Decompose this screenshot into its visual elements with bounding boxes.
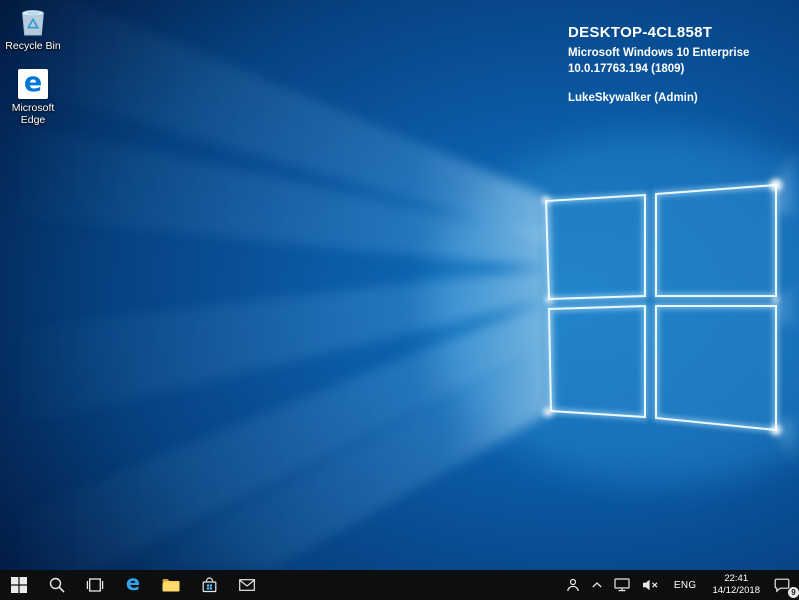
clock[interactable]: 22:41 14/12/2018	[704, 570, 768, 600]
file-explorer-button[interactable]	[152, 570, 190, 600]
action-center-button[interactable]: 9	[768, 570, 799, 600]
recycle-bin-icon	[19, 6, 47, 37]
time-text: 22:41	[724, 573, 748, 585]
desktop-icon-column: Recycle Bin e Microsoft Edge	[2, 6, 64, 127]
logged-in-user-text: LukeSkywalker (Admin)	[568, 92, 749, 104]
hostname-text: DESKTOP-4CL858T	[568, 24, 749, 41]
edge-label: Microsoft Edge	[2, 102, 64, 127]
search-icon	[49, 577, 65, 593]
windows-logo-icon	[11, 577, 27, 593]
os-name-text: Microsoft Windows 10 Enterprise	[568, 46, 749, 62]
windows-desktop-screen: Recycle Bin e Microsoft Edge DESKTOP-4CL…	[0, 0, 799, 600]
language-indicator[interactable]: ENG	[666, 570, 705, 600]
desktop-icon-recycle-bin[interactable]: Recycle Bin	[2, 6, 64, 53]
store-button[interactable]	[190, 570, 228, 600]
mail-button[interactable]	[228, 570, 266, 600]
chevron-up-icon	[592, 582, 602, 588]
mail-envelope-icon	[239, 579, 255, 591]
people-icon	[566, 578, 580, 592]
taskbar-edge-button[interactable]: e	[114, 570, 152, 600]
volume-muted-icon	[642, 579, 660, 591]
show-hidden-icons-button[interactable]	[586, 570, 608, 600]
start-button[interactable]	[0, 570, 38, 600]
date-text: 14/12/2018	[712, 585, 760, 597]
folder-icon	[162, 578, 180, 592]
network-button[interactable]	[608, 570, 636, 600]
desktop-icon-microsoft-edge[interactable]: e Microsoft Edge	[2, 69, 64, 127]
task-view-icon	[86, 578, 104, 592]
desktop: Recycle Bin e Microsoft Edge DESKTOP-4CL…	[0, 0, 799, 570]
search-button[interactable]	[38, 570, 76, 600]
edge-icon: e	[126, 573, 140, 594]
edge-logo-icon: e	[18, 69, 48, 99]
store-bag-icon	[202, 577, 217, 593]
network-icon	[614, 578, 630, 592]
people-button[interactable]	[560, 570, 586, 600]
system-tray: ENG 22:41 14/12/2018 9	[560, 570, 799, 600]
taskbar: e	[0, 570, 799, 600]
recycle-bin-label: Recycle Bin	[5, 40, 60, 53]
task-view-button[interactable]	[76, 570, 114, 600]
notification-badge: 9	[788, 587, 799, 598]
volume-button[interactable]	[636, 570, 666, 600]
system-info-overlay: DESKTOP-4CL858T Microsoft Windows 10 Ent…	[568, 24, 749, 104]
os-version-text: 10.0.17763.194 (1809)	[568, 62, 749, 78]
